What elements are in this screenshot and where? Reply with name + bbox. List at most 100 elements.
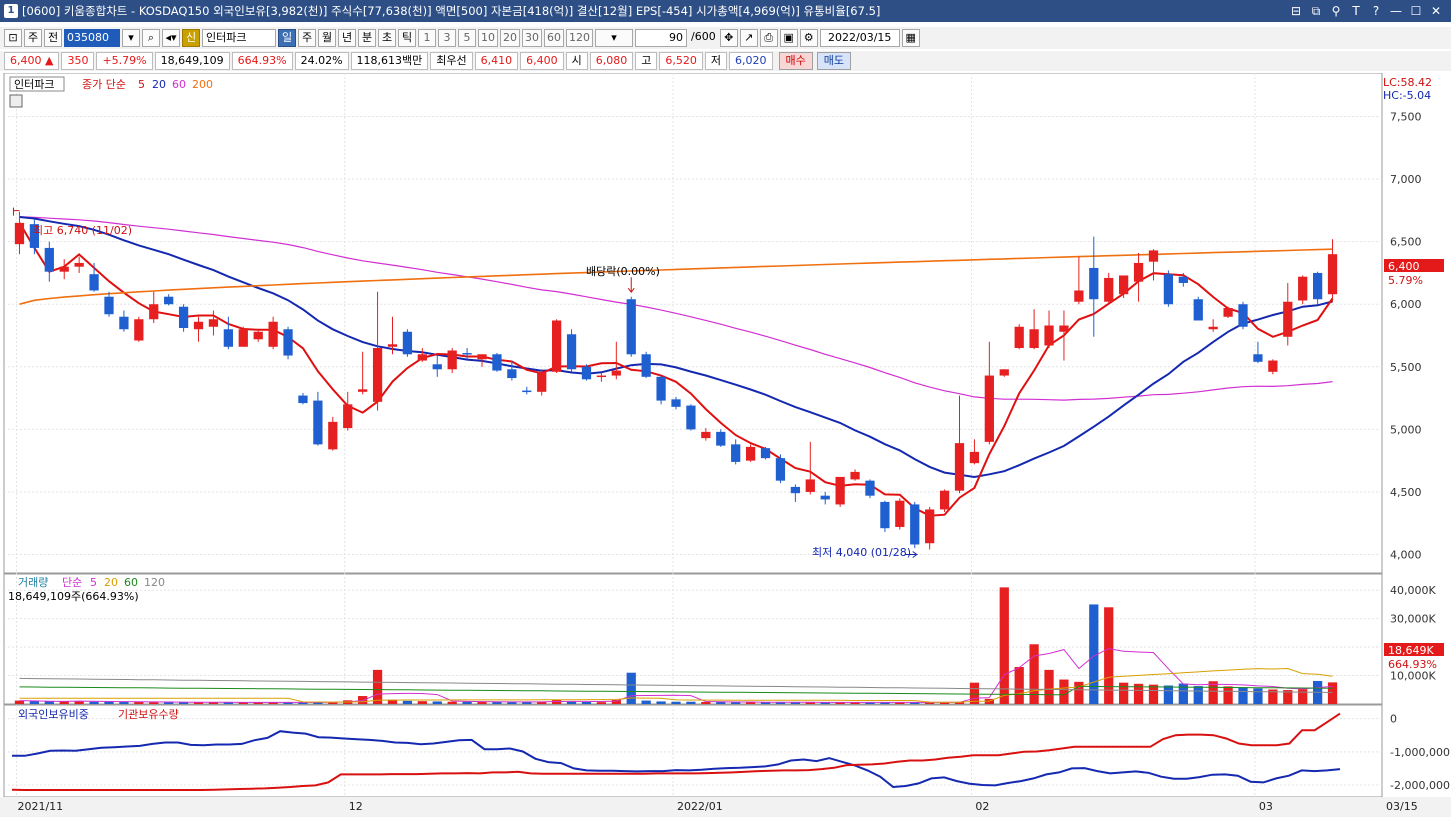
price-tick-label: 4,500 [1390, 486, 1422, 499]
text-icon[interactable]: T [1349, 4, 1363, 19]
stock-chart[interactable]: 7,500 7,000 6,500 6,000 5,500 5,000 4,500 4,000… [0, 73, 1451, 817]
interval-3[interactable]: 3 [438, 29, 456, 47]
volume-bar [731, 702, 741, 704]
tab-week[interactable]: 주 [298, 29, 316, 47]
maximize-icon[interactable]: ☐ [1409, 4, 1423, 19]
tab-day[interactable]: 일 [278, 29, 296, 47]
up-arrow-icon: ▲ [45, 54, 54, 67]
stock-code-input[interactable]: 035080 [64, 29, 120, 47]
crosshair-icon[interactable]: ✥ [719, 29, 738, 47]
credit-badge: 신 [182, 29, 200, 47]
tab-minute[interactable]: 분 [358, 29, 376, 47]
candle-body [805, 479, 815, 492]
candle-body [507, 369, 517, 379]
settings-icon[interactable]: ⚙ [799, 29, 818, 47]
window-title: [0600] 키움종합차트 - KOSDAQ150 외국인보유[3,982(천)… [22, 4, 881, 18]
prev-button[interactable]: 전 [44, 29, 62, 47]
minimize-icon[interactable]: — [1389, 4, 1403, 19]
calendar-icon[interactable]: ▦ [901, 29, 920, 47]
candle-body [1089, 267, 1099, 300]
low-price: 6,020 [729, 52, 773, 70]
search-icon[interactable]: ⌕ [142, 29, 160, 47]
x-axis-label: 12 [349, 800, 363, 813]
candle-body [14, 222, 25, 245]
candle-body [372, 348, 383, 402]
volume-panel-frame [3, 573, 1383, 705]
candle-body [1253, 354, 1263, 362]
copy-window-icon[interactable]: ⧉ [1309, 4, 1323, 19]
candle-body [1148, 250, 1159, 262]
period-combo[interactable]: 주 [24, 29, 42, 47]
volume-bar [119, 702, 129, 704]
table-toggle-icon[interactable] [9, 94, 23, 108]
candle-body [641, 354, 651, 377]
interval-custom-combo[interactable]: ▾ [595, 29, 633, 47]
date-input[interactable]: 2022/03/15 [819, 29, 900, 47]
turnover-value: 24.02% [294, 52, 349, 70]
candle-body [865, 480, 875, 496]
candle-body [895, 500, 905, 527]
volume-bar [1193, 686, 1203, 704]
volume-tick-label: 10,000K [1390, 670, 1436, 683]
draw-tool-icon[interactable]: ↗ [739, 29, 758, 47]
tab-second[interactable]: 초 [378, 29, 396, 47]
interval-120[interactable]: 120 [566, 29, 593, 47]
candle-body [716, 431, 726, 446]
dividend-annotation: 배당락(0.00%) [586, 265, 660, 278]
tab-month[interactable]: 월 [318, 29, 336, 47]
x-axis-labels: 2021/11 12 2022/01 02 03 03/15 [0, 797, 1451, 817]
close-icon[interactable]: ✕ [1429, 4, 1443, 19]
save-icon[interactable]: ▣ [779, 29, 798, 47]
holding-tick-label: 0 [1390, 713, 1397, 726]
volume-bar [656, 701, 666, 704]
candle-body [178, 306, 189, 329]
tab-tick[interactable]: 틱 [398, 29, 416, 47]
help-icon[interactable]: ? [1369, 4, 1383, 19]
x-axis-label: 02 [975, 800, 989, 813]
candle-body [1298, 276, 1308, 301]
interval-10[interactable]: 10 [478, 29, 498, 47]
candle-body [522, 390, 532, 393]
current-change-tag: 5.79% [1388, 274, 1423, 287]
pin-icon[interactable]: ⚲ [1329, 4, 1343, 19]
sound-icon[interactable]: ◂▾ [162, 29, 180, 47]
candle-body [790, 486, 800, 494]
stock-name-field[interactable]: 인터파크 [202, 29, 276, 47]
candle-body [775, 458, 786, 481]
interval-30[interactable]: 30 [522, 29, 542, 47]
interval-20[interactable]: 20 [500, 29, 520, 47]
chart-layout-icon[interactable]: ⊡ [4, 29, 22, 47]
candle-body [417, 354, 427, 361]
count-input[interactable]: 90 [635, 29, 687, 47]
legend-ma200: 200 [192, 78, 213, 91]
holding-tick-label: -2,000,000 [1390, 779, 1450, 792]
volume-bar [1014, 667, 1024, 704]
print-icon[interactable]: ⎙ [759, 29, 778, 47]
price-tick-label: 7,000 [1390, 173, 1422, 186]
candle-body [969, 451, 980, 464]
candle-body [850, 471, 860, 480]
interval-5[interactable]: 5 [458, 29, 476, 47]
buy-button[interactable]: 매수 [778, 52, 813, 70]
code-dropdown-icon[interactable]: ▾ [122, 29, 140, 47]
layout-icon[interactable]: ⊟ [1289, 4, 1303, 19]
x-axis-label: 03/15 [1386, 800, 1418, 813]
candle-body [104, 296, 114, 315]
sell-button[interactable]: 매도 [816, 52, 852, 70]
candle-body [939, 490, 950, 510]
volume-bar [74, 701, 84, 704]
candle-body [686, 405, 696, 430]
interval-60[interactable]: 60 [544, 29, 564, 47]
tab-year[interactable]: 년 [338, 29, 356, 47]
candle-body [358, 389, 368, 392]
volume-bar [1223, 686, 1233, 704]
interval-1[interactable]: 1 [418, 29, 436, 47]
candle-body [134, 319, 144, 341]
volume-current-tag: 18,649K [1388, 644, 1434, 657]
high-annotation: 최고 6,740 (11/02) [33, 224, 132, 237]
candle-body [208, 319, 219, 327]
volume-bar [1044, 669, 1054, 704]
x-axis-label: 2022/01 [677, 800, 723, 813]
candle-body [984, 375, 994, 442]
open-price: 6,080 [589, 52, 634, 70]
